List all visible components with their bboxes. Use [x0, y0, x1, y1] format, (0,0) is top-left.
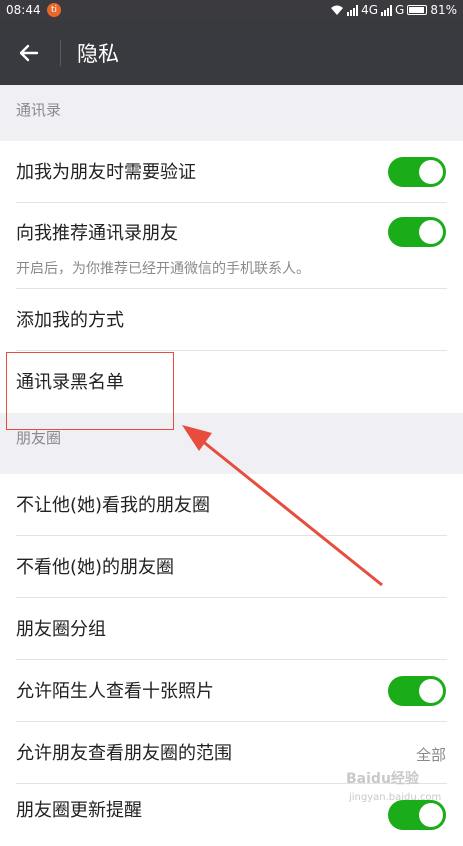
row-label: 加我为朋友时需要验证: [16, 162, 196, 183]
verify-toggle[interactable]: [388, 157, 446, 187]
row-require-verification[interactable]: 加我为朋友时需要验证: [0, 141, 463, 203]
status-time: 08:44: [6, 3, 41, 17]
moments-settings-list: 不让他(她)看我的朋友圈 不看他(她)的朋友圈 朋友圈分组 允许陌生人查看十张照…: [0, 474, 463, 846]
watermark-logo: Baidu经验: [346, 771, 419, 787]
row-label: 通讯录黑名单: [16, 372, 124, 393]
row-label: 添加我的方式: [16, 310, 124, 331]
network-type: 4G: [361, 3, 379, 17]
page-title: 隐私: [77, 42, 119, 66]
row-hide-moments-from[interactable]: 不让他(她)看我的朋友圈: [0, 474, 463, 536]
row-label: 朋友圈分组: [16, 619, 106, 640]
battery-icon: [407, 5, 428, 15]
network-type-2: G: [395, 3, 405, 17]
strangers-toggle[interactable]: [388, 676, 446, 706]
app-bar: 隐私: [0, 21, 463, 85]
row-recommend-contacts[interactable]: 向我推荐通讯录朋友 开启后，为你推荐已经开通微信的手机联系人。: [0, 203, 463, 289]
row-label: 允许陌生人查看十张照片: [16, 681, 214, 702]
section-header-moments: 朋友圈: [0, 413, 463, 469]
recommend-toggle[interactable]: [388, 217, 446, 247]
mi-icon: ti: [47, 3, 61, 17]
range-value: 全部: [415, 746, 446, 764]
watermark-url: jingyan.baidu.com: [349, 792, 442, 803]
row-moments-groups[interactable]: 朋友圈分组: [0, 598, 463, 660]
row-label: 不让他(她)看我的朋友圈: [16, 495, 211, 516]
battery-level: 81%: [430, 3, 457, 17]
section-title-contacts: 通讯录: [16, 101, 62, 119]
row-add-me-methods[interactable]: 添加我的方式: [0, 289, 463, 351]
signal-icon: [347, 4, 359, 16]
row-strangers-ten-photos[interactable]: 允许陌生人查看十张照片: [0, 660, 463, 722]
updates-toggle[interactable]: [388, 800, 446, 830]
section-title-moments: 朋友圈: [16, 429, 62, 447]
section-header-contacts: 通讯录: [0, 85, 463, 141]
row-label: 允许朋友查看朋友圈的范围: [16, 743, 232, 764]
contacts-settings-list: 加我为朋友时需要验证 向我推荐通讯录朋友 开启后，为你推荐已经开通微信的手机联系…: [0, 141, 463, 413]
wifi-icon: [330, 5, 344, 16]
signal-icon-2: [381, 4, 393, 16]
status-bar: 08:44 ti 4G G 81%: [0, 0, 463, 21]
row-contacts-blacklist[interactable]: 通讯录黑名单: [0, 351, 463, 413]
back-arrow-icon[interactable]: [17, 41, 41, 65]
app-bar-divider: [60, 40, 61, 66]
row-label: 向我推荐通讯录朋友: [16, 223, 178, 244]
row-dont-see-moments[interactable]: 不看他(她)的朋友圈: [0, 536, 463, 598]
row-label: 不看他(她)的朋友圈: [16, 557, 175, 578]
row-hint: 开启后，为你推荐已经开通微信的手机联系人。: [16, 261, 310, 277]
status-indicators: 4G G 81%: [330, 3, 457, 17]
row-label: 朋友圈更新提醒: [16, 800, 142, 821]
